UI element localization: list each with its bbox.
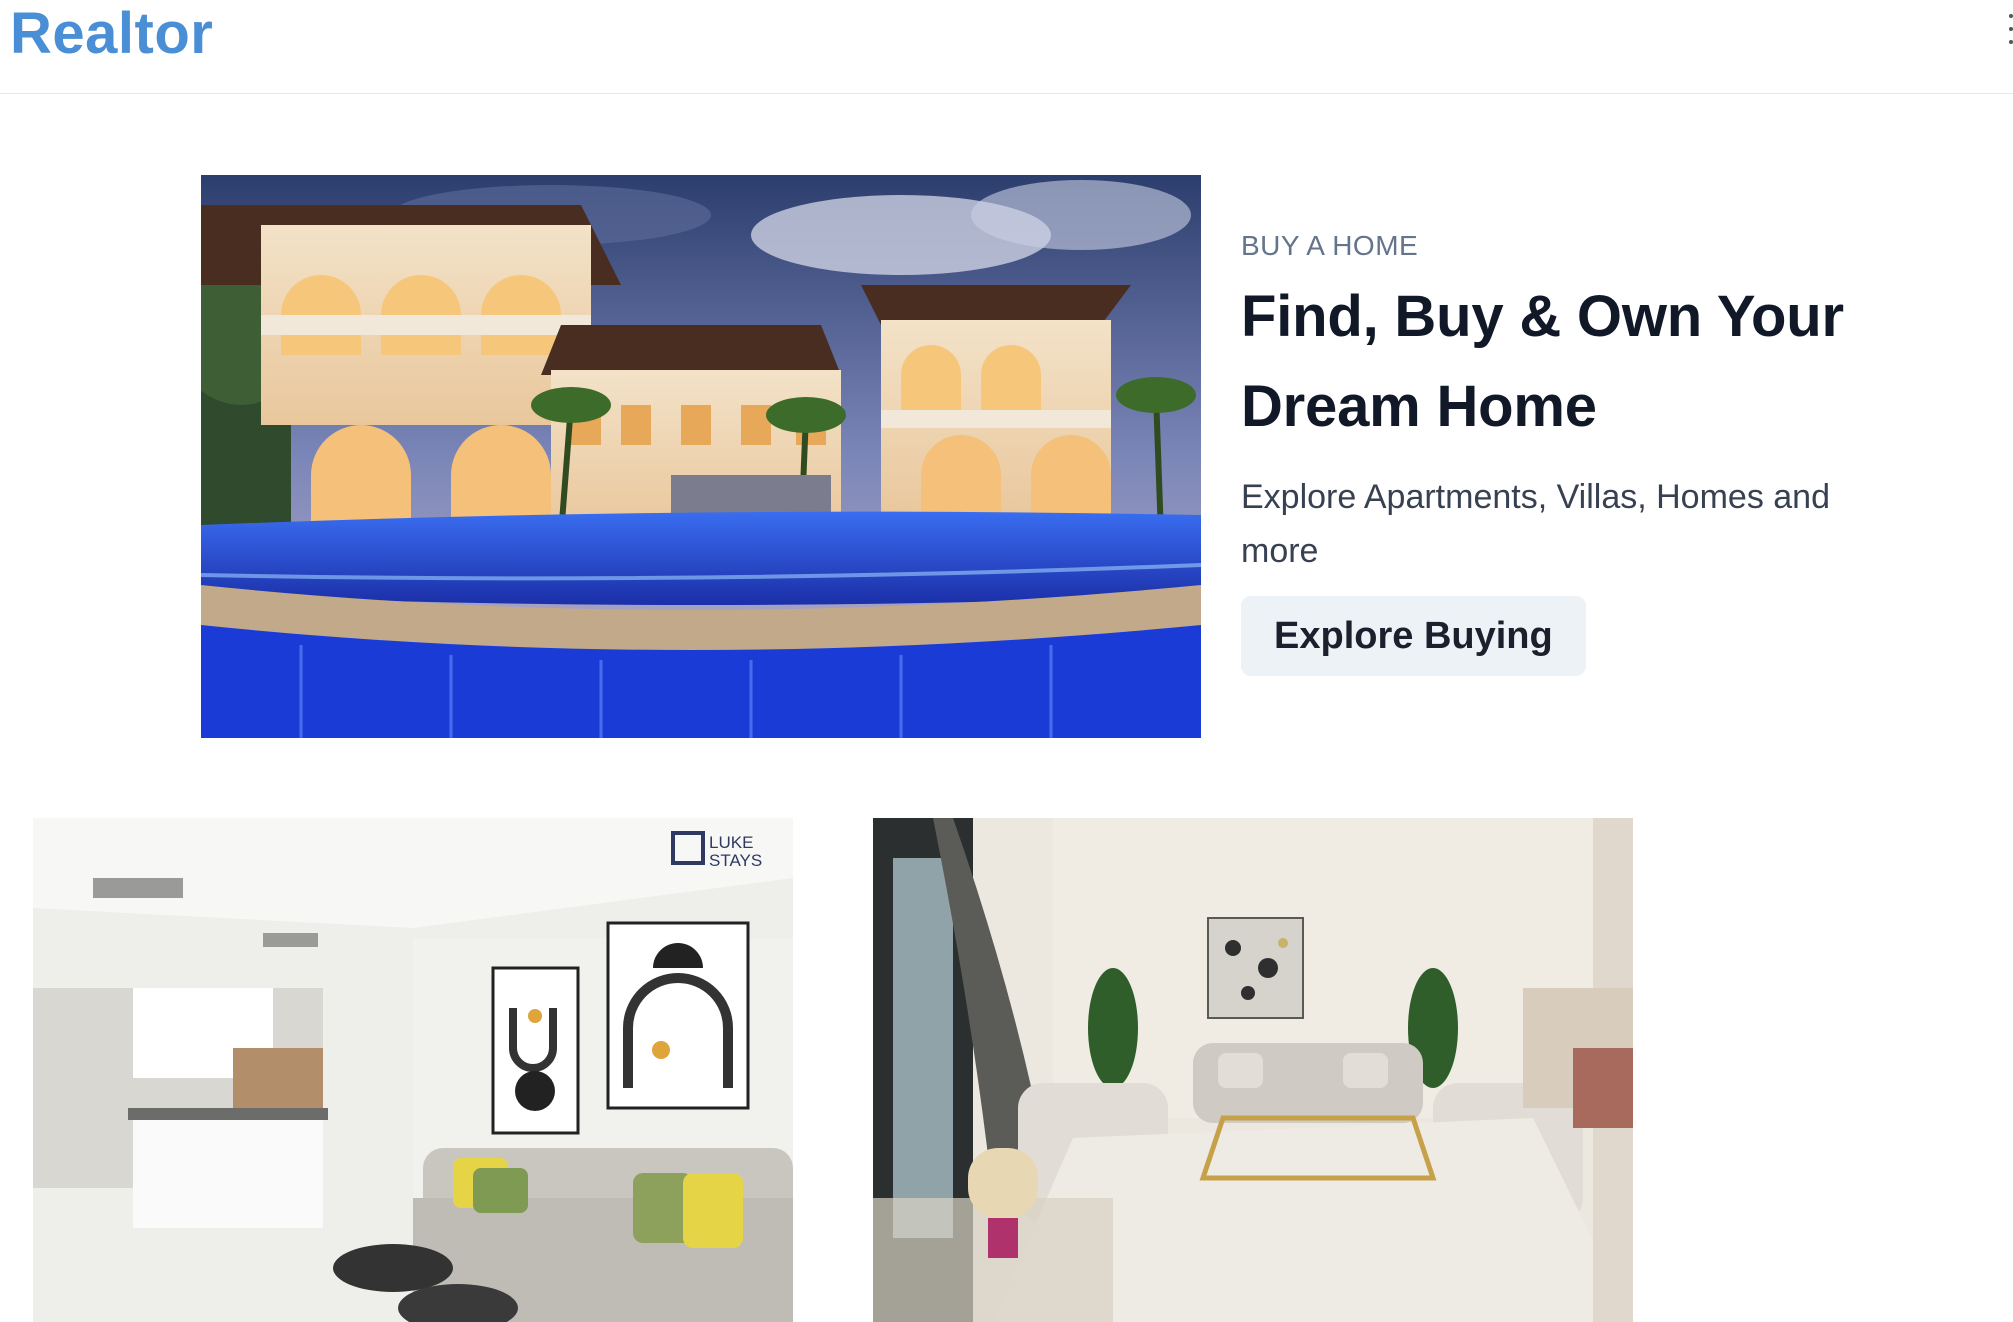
listing-image-apartment[interactable]: LUKE STAYS	[33, 818, 793, 1322]
hero-text-block: BUY A HOME Find, Buy & Own Your Dream Ho…	[1241, 230, 1881, 676]
brand-logo-link[interactable]: Realtor	[10, 0, 213, 68]
hero-eyebrow: BUY A HOME	[1241, 230, 1419, 261]
listing-image-living-room[interactable]	[873, 818, 1633, 1322]
explore-buying-button[interactable]: Explore Buying	[1241, 596, 1586, 676]
hero-headline: Find, Buy & Own Your Dream Home	[1241, 284, 1844, 439]
hero-subtext: Explore Apartments, Villas, Homes and mo…	[1241, 478, 1830, 570]
hero-villa-image	[201, 175, 1201, 738]
menu-icon[interactable]	[2001, 14, 2013, 44]
watermark-line1: LUKE	[709, 833, 753, 852]
top-navbar: Realtor	[0, 0, 2013, 94]
watermark-line2: STAYS	[709, 851, 762, 870]
